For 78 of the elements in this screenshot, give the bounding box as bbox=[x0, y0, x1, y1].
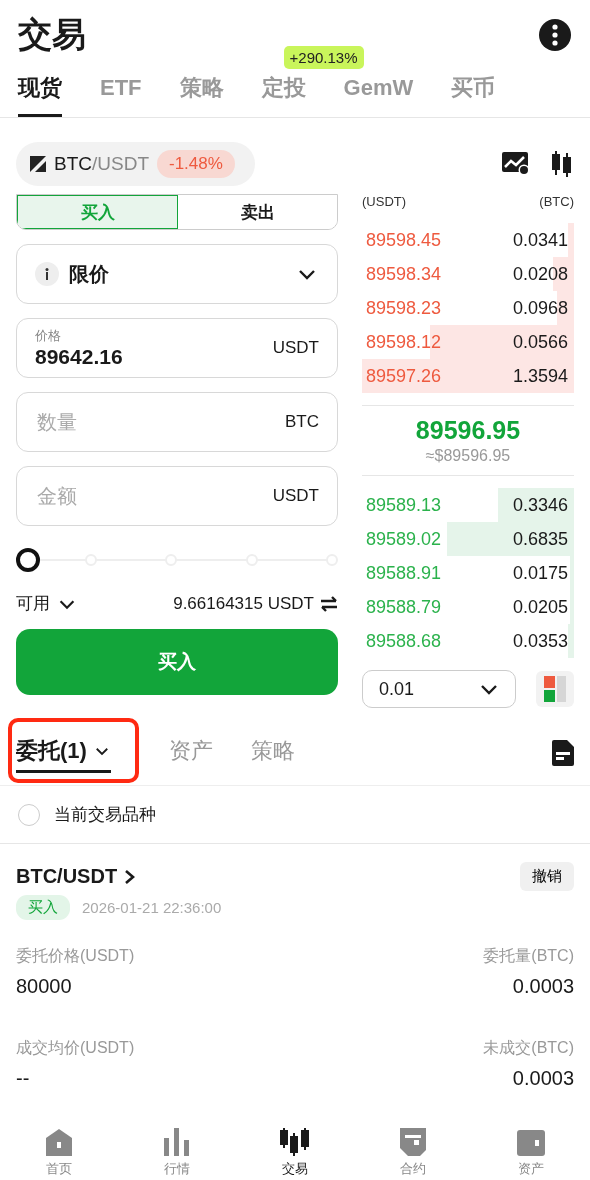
cancel-button[interactable]: 撤销 bbox=[520, 862, 574, 891]
order-price: 89588.79 bbox=[366, 596, 442, 618]
document-icon[interactable] bbox=[552, 739, 574, 766]
checkbox[interactable] bbox=[18, 803, 40, 826]
nav-item[interactable]: 行情 bbox=[137, 1128, 217, 1178]
nav-item[interactable]: 首页 bbox=[19, 1128, 99, 1178]
slider-thumb[interactable] bbox=[16, 548, 40, 572]
order-amount: 0.0341 bbox=[512, 229, 568, 251]
swap-icon[interactable] bbox=[320, 595, 338, 612]
order-price: 89598.12 bbox=[366, 331, 442, 353]
field-label: 成交均价(USDT) bbox=[16, 1038, 135, 1058]
input-field[interactable]: 金额 USDT bbox=[16, 466, 338, 526]
field-label: 未成交(BTC) bbox=[483, 1038, 574, 1058]
field-value: 0.0003 bbox=[512, 1067, 574, 1090]
order-amount: 0.0968 bbox=[512, 297, 568, 319]
candlestick-icon bbox=[280, 1128, 310, 1156]
document-icon bbox=[398, 1128, 428, 1156]
tab[interactable]: 现货 bbox=[18, 62, 62, 117]
field-value: -- bbox=[16, 1067, 30, 1090]
order-price: 89598.45 bbox=[366, 229, 442, 251]
order-type-value: 限价 bbox=[69, 261, 110, 287]
wallet-icon bbox=[516, 1128, 546, 1156]
unit-label: USDT bbox=[272, 486, 319, 506]
last-price: 89596.95 bbox=[415, 416, 521, 445]
field-value: 0.0003 bbox=[512, 975, 574, 998]
info-icon bbox=[35, 262, 59, 286]
nav-item[interactable]: 资产 bbox=[491, 1128, 571, 1178]
order-price: 89588.91 bbox=[366, 562, 442, 584]
more-icon[interactable] bbox=[538, 18, 572, 52]
pair-selector[interactable]: BTC/USDT -1.48% bbox=[16, 142, 255, 186]
input-field[interactable]: 数量 BTC bbox=[16, 392, 338, 452]
candlestick-icon[interactable] bbox=[552, 151, 572, 177]
field-label: 委托量(BTC) bbox=[483, 946, 574, 966]
nav-item[interactable]: 合约 bbox=[373, 1128, 453, 1178]
order-price: 89598.34 bbox=[366, 263, 442, 285]
depth-select[interactable]: 0.01 bbox=[362, 670, 516, 708]
order-type-select[interactable]: 限价 bbox=[16, 244, 338, 304]
last-price-usd: ≈$89596.95 bbox=[425, 447, 511, 465]
tab[interactable]: 委托(1) bbox=[16, 732, 111, 773]
pair-name: BTC/USDT bbox=[54, 153, 149, 175]
order-amount: 0.0175 bbox=[512, 562, 568, 584]
side-tag: 买入 bbox=[16, 895, 70, 920]
field-value: 80000 bbox=[16, 975, 72, 998]
order-amount: 0.6835 bbox=[512, 528, 568, 550]
order-amount: 0.0566 bbox=[512, 331, 568, 353]
price-change: -1.48% bbox=[157, 150, 235, 178]
checkbox-label: 当前交易品种 bbox=[54, 804, 156, 826]
order-amount: 0.0208 bbox=[512, 263, 568, 285]
available-label: 可用 bbox=[16, 593, 50, 615]
order-row[interactable]: 89597.26 1.3594 bbox=[362, 359, 574, 393]
available-balance: 9.66164315 USDT bbox=[173, 593, 314, 614]
order-price: 89589.13 bbox=[366, 494, 442, 516]
chart-icon[interactable] bbox=[502, 152, 530, 176]
order-price: 89589.02 bbox=[366, 528, 442, 550]
unit-label: BTC bbox=[285, 412, 319, 432]
nav-item[interactable]: 交易 bbox=[255, 1128, 335, 1178]
order-amount: 0.0353 bbox=[512, 630, 568, 652]
home-icon bbox=[44, 1128, 74, 1156]
order-amount: 0.3346 bbox=[512, 494, 568, 516]
column-header: (BTC) bbox=[539, 194, 574, 209]
order-price: 89597.26 bbox=[366, 365, 442, 387]
unit-label: USDT bbox=[272, 338, 319, 358]
field-label: 委托价格(USDT) bbox=[16, 946, 135, 966]
order-amount: 1.3594 bbox=[512, 365, 568, 387]
input-field[interactable]: 价格 89642.16 USDT bbox=[16, 318, 338, 378]
bar-chart-icon bbox=[162, 1128, 192, 1156]
order-time: 2026-01-21 22:36:00 bbox=[82, 899, 222, 916]
column-header: (USDT) bbox=[362, 194, 407, 209]
layout-toggle-button[interactable] bbox=[536, 671, 574, 707]
order-price: 89598.23 bbox=[366, 297, 442, 319]
order-amount: 0.0205 bbox=[512, 596, 568, 618]
order-pair[interactable]: BTC/USDT bbox=[16, 865, 138, 888]
order-price: 89588.68 bbox=[366, 630, 442, 652]
logo-icon bbox=[30, 156, 46, 172]
page-title: 交易 bbox=[18, 14, 86, 55]
promo-tooltip: +290.13% bbox=[283, 46, 364, 69]
field-label: 价格 bbox=[35, 327, 62, 345]
field-value: 89642.16 bbox=[35, 345, 124, 369]
